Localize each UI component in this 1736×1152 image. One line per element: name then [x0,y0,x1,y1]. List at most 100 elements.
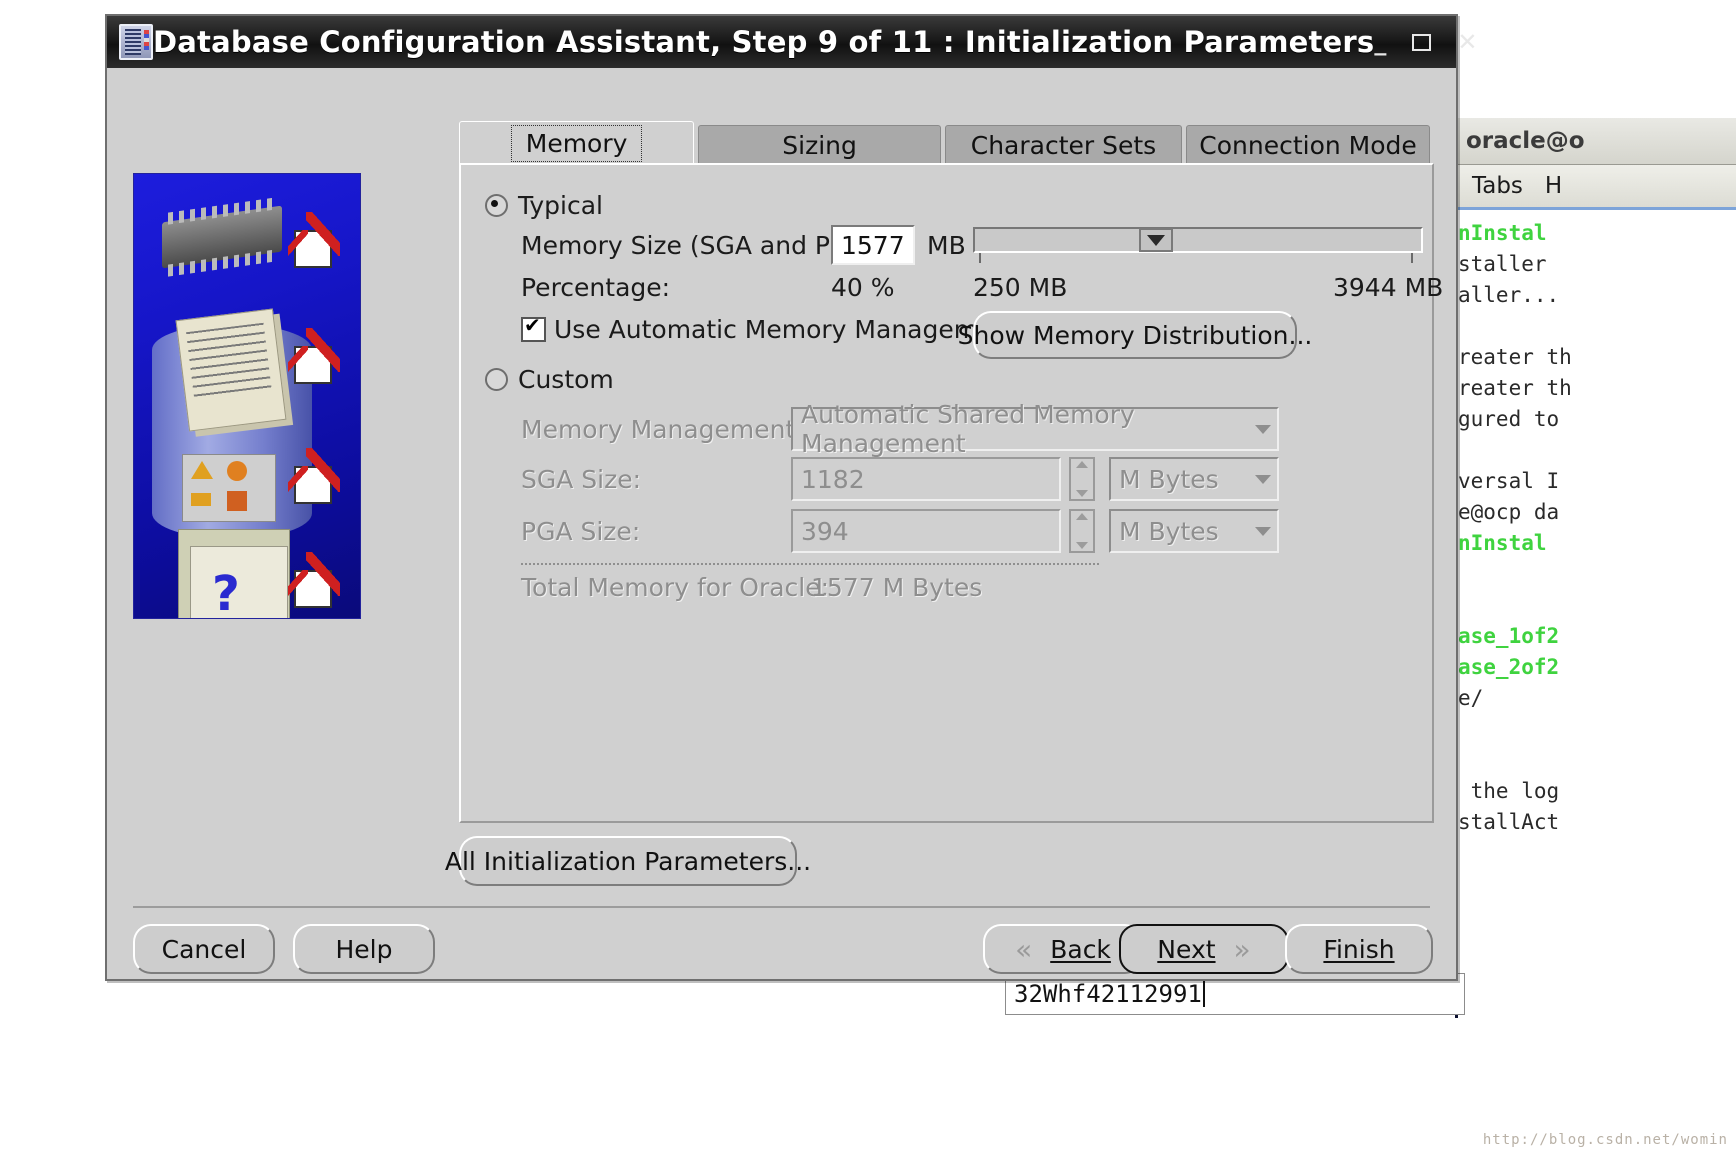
typical-radio[interactable] [485,194,508,217]
sga-size-input[interactable]: 1182 [791,457,1061,501]
stepper-up-icon[interactable] [1076,513,1088,520]
terminal-line: gured to [1458,407,1560,431]
circle-shape-icon [227,461,247,481]
window-controls[interactable]: _ ✕ [1374,30,1499,54]
total-memory-value: 1577 M Bytes [811,573,983,602]
next-label: Next [1157,934,1216,964]
tab-connection-mode[interactable]: Connection Mode [1186,125,1431,164]
documents-graphic [175,308,287,432]
custom-radio-row[interactable]: Custom [485,365,614,394]
show-memory-distribution-label: Show Memory Distribution... [957,320,1313,350]
tab-character-sets-label: Character Sets [970,130,1157,160]
tab-sizing[interactable]: Sizing [698,125,941,164]
show-memory-distribution-button[interactable]: Show Memory Distribution... [958,311,1312,359]
stepper-down-icon[interactable] [1076,542,1088,549]
pga-size-label: PGA Size: [521,517,641,546]
maximize-icon[interactable] [1412,33,1432,51]
slider-max-label: 3944 MB [1333,273,1444,302]
finish-button[interactable]: Finish [1285,924,1433,974]
dialog-titlebar[interactable]: Database Configuration Assistant, Step 9… [107,16,1477,69]
menu-tabs[interactable]: Tabs [1472,173,1523,199]
amm-checkbox-label: Use Automatic Memory Management [554,315,1020,344]
tab-memory-label: Memory [510,124,643,162]
terminal-line: the log [1458,779,1560,803]
all-initialization-parameters-button[interactable]: All Initialization Parameters... [445,836,811,886]
checkmark-step-1-icon [288,212,340,268]
terminal-title: oracle@o [1466,128,1585,154]
memory-management-label: Memory Management [521,415,796,444]
tab-memory[interactable]: Memory [459,121,695,164]
pga-size-input[interactable]: 394 [791,509,1061,553]
tab-character-sets[interactable]: Character Sets [944,125,1183,164]
all-initialization-parameters-label: All Initialization Parameters... [444,846,812,876]
shapes-graphic [182,454,276,522]
memory-slider-thumb[interactable] [1139,228,1174,252]
terminal-line: reater th [1458,345,1572,369]
custom-radio-label: Custom [518,365,614,394]
cancel-label: Cancel [161,934,247,964]
text-caret [1202,981,1205,1007]
total-memory-label: Total Memory for Oracle: [521,573,830,602]
finish-label: Finish [1323,934,1395,964]
help-button[interactable]: Help [293,924,435,974]
amm-checkbox[interactable] [521,313,546,342]
chip-graphic [162,205,282,269]
sga-size-unit-dropdown[interactable]: M Bytes [1109,457,1279,501]
memory-tab-panel: Typical Memory Size (SGA and PGA): 1577 … [459,163,1443,823]
terminal-titlebar: oracle@o [1458,118,1736,165]
memory-management-dropdown[interactable]: Automatic Shared Memory Management [791,400,1279,458]
typical-radio-row[interactable]: Typical [485,191,603,220]
sga-size-stepper[interactable] [1069,457,1095,501]
stepper-up-icon[interactable] [1076,461,1088,468]
memory-management-value: Automatic Shared Memory Management [801,400,1135,458]
amm-checkbox-row[interactable]: Use Automatic Memory Management [521,313,1020,344]
back-label: Back [1050,934,1111,964]
pga-size-stepper[interactable] [1069,509,1095,553]
background-terminal-window[interactable]: oracle@o Tabs H nInstal staller aller... r… [1455,118,1736,1018]
dialog-title: Database Configuration Assistant, Step 9… [153,25,1375,59]
percentage-value: 40 % [831,273,895,302]
sga-size-label: SGA Size: [521,465,642,494]
slider-min-tick [979,253,981,263]
sidebar-illustration: ? [133,173,361,619]
terminal-line: versal I [1458,469,1560,493]
percentage-label: Percentage: [521,273,671,302]
pga-size-unit-dropdown[interactable]: M Bytes [1109,509,1279,553]
memory-size-unit-label: MB [927,231,966,260]
pga-size-unit-value: M Bytes [1119,516,1219,546]
memory-slider-track[interactable] [973,227,1423,253]
bar-shape-icon [191,493,211,506]
sga-size-unit-value: M Bytes [1119,464,1219,494]
terminal-line: reater th [1458,376,1572,400]
stepper-down-icon[interactable] [1076,490,1088,497]
checkmark-step-3-icon [288,448,340,504]
next-button[interactable]: Next » [1119,924,1289,974]
terminal-line: ase_2of2 [1458,655,1560,679]
memory-size-input[interactable]: 1577 [831,225,915,265]
tab-sizing-label: Sizing [782,130,857,160]
close-icon[interactable]: ✕ [1457,30,1477,54]
minimize-icon[interactable]: _ [1374,30,1386,54]
slider-min-label: 250 MB [973,273,1068,302]
custom-radio[interactable] [485,368,508,391]
terminal-line: e/ [1458,686,1484,710]
cancel-button[interactable]: Cancel [133,924,275,974]
question-mark-icon: ? [212,566,240,619]
chevron-right-icon: » [1233,932,1251,966]
checkmark-step-4-icon [288,552,340,608]
chevron-left-icon: « [1015,932,1033,966]
terminal-output: nInstal staller aller... reater th reater t… [1458,210,1736,838]
terminal-line: ase_1of2 [1458,624,1560,648]
triangle-shape-icon [191,461,213,479]
menu-help[interactable]: H [1545,173,1562,199]
typical-radio-label: Typical [518,191,603,220]
terminal-menubar[interactable]: Tabs H [1458,165,1736,210]
chevron-down-icon [1255,526,1271,536]
tab-bar[interactable]: Memory Sizing Character Sets Connection … [459,121,1434,164]
square-shape-icon [227,491,247,511]
terminal-line: aller... [1458,283,1560,307]
